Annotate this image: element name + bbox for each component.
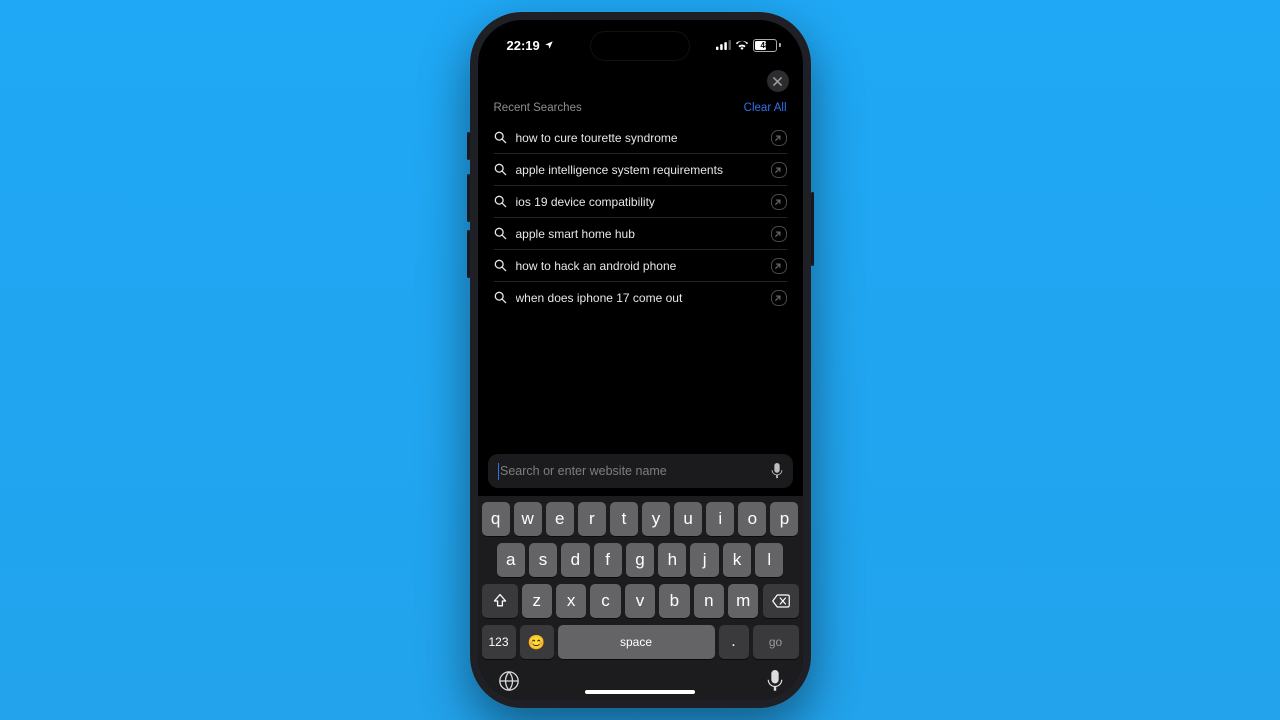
recent-search-item[interactable]: how to hack an android phone [494, 249, 787, 281]
clear-all-button[interactable]: Clear All [744, 102, 787, 114]
mic-icon[interactable] [771, 463, 783, 479]
recent-search-text: apple intelligence system requirements [516, 163, 771, 177]
key-v[interactable]: v [625, 584, 655, 618]
space-key[interactable]: space [558, 625, 715, 659]
key-n[interactable]: n [694, 584, 724, 618]
shift-icon [492, 593, 508, 609]
phone-frame: 22:19 48 Recent Searches [470, 12, 811, 708]
recent-searches-header: Recent Searches Clear All [478, 98, 803, 122]
backspace-icon [772, 594, 790, 608]
fill-arrow-button[interactable] [771, 226, 787, 242]
search-icon [494, 227, 507, 240]
recent-search-item[interactable]: ios 19 device compatibility [494, 185, 787, 217]
battery-icon: 48 [753, 39, 777, 52]
recent-searches-title: Recent Searches [494, 102, 582, 114]
backspace-key[interactable] [763, 584, 799, 618]
recent-search-text: when does iphone 17 come out [516, 291, 771, 305]
key-f[interactable]: f [594, 543, 622, 577]
recent-search-text: how to cure tourette syndrome [516, 131, 771, 145]
search-icon [494, 291, 507, 304]
key-a[interactable]: a [497, 543, 525, 577]
recent-searches-list: how to cure tourette syndrome apple intel… [478, 122, 803, 313]
key-d[interactable]: d [561, 543, 589, 577]
recent-search-text: how to hack an android phone [516, 259, 771, 273]
key-o[interactable]: o [738, 502, 766, 536]
go-key[interactable]: go [753, 625, 799, 659]
key-u[interactable]: u [674, 502, 702, 536]
key-k[interactable]: k [723, 543, 751, 577]
signal-icon [716, 40, 731, 50]
globe-icon[interactable] [498, 670, 520, 692]
recent-search-text: apple smart home hub [516, 227, 771, 241]
recent-search-item[interactable]: apple intelligence system requirements [494, 153, 787, 185]
key-p[interactable]: p [770, 502, 798, 536]
key-i[interactable]: i [706, 502, 734, 536]
key-r[interactable]: r [578, 502, 606, 536]
key-z[interactable]: z [522, 584, 552, 618]
key-t[interactable]: t [610, 502, 638, 536]
keyboard: qwertyuiop asdfghjkl zxcvbnm 123 😊 space… [478, 496, 803, 700]
search-icon [494, 131, 507, 144]
key-c[interactable]: c [590, 584, 620, 618]
side-button [467, 132, 470, 160]
key-b[interactable]: b [659, 584, 689, 618]
key-m[interactable]: m [728, 584, 758, 618]
close-icon [773, 77, 782, 86]
dictation-icon[interactable] [767, 670, 783, 692]
recent-search-text: ios 19 device compatibility [516, 195, 771, 209]
key-l[interactable]: l [755, 543, 783, 577]
wifi-icon [735, 40, 749, 50]
key-y[interactable]: y [642, 502, 670, 536]
emoji-key[interactable]: 😊 [520, 625, 554, 659]
shift-key[interactable] [482, 584, 518, 618]
volume-down-button [467, 230, 470, 278]
key-e[interactable]: e [546, 502, 574, 536]
recent-search-item[interactable]: apple smart home hub [494, 217, 787, 249]
recent-search-item[interactable]: when does iphone 17 come out [494, 281, 787, 313]
location-icon [544, 40, 554, 50]
key-q[interactable]: q [482, 502, 510, 536]
home-indicator[interactable] [585, 690, 695, 694]
search-placeholder: Search or enter website name [500, 464, 771, 478]
text-cursor [498, 463, 500, 480]
key-g[interactable]: g [626, 543, 654, 577]
status-time: 22:19 [507, 38, 540, 53]
key-j[interactable]: j [690, 543, 718, 577]
dynamic-island [591, 32, 689, 60]
fill-arrow-button[interactable] [771, 162, 787, 178]
fill-arrow-button[interactable] [771, 290, 787, 306]
recent-search-item[interactable]: how to cure tourette syndrome [494, 122, 787, 153]
key-h[interactable]: h [658, 543, 686, 577]
key-w[interactable]: w [514, 502, 542, 536]
volume-up-button [467, 174, 470, 222]
key-s[interactable]: s [529, 543, 557, 577]
search-icon [494, 195, 507, 208]
search-icon [494, 163, 507, 176]
power-button [811, 192, 814, 266]
search-bar[interactable]: Search or enter website name [488, 454, 793, 488]
fill-arrow-button[interactable] [771, 130, 787, 146]
key-x[interactable]: x [556, 584, 586, 618]
fill-arrow-button[interactable] [771, 258, 787, 274]
search-icon [494, 259, 507, 272]
battery-percent: 48 [761, 41, 770, 50]
fill-arrow-button[interactable] [771, 194, 787, 210]
close-button[interactable] [767, 70, 789, 92]
period-key[interactable]: . [719, 625, 749, 659]
screen: 22:19 48 Recent Searches [478, 20, 803, 700]
numbers-key[interactable]: 123 [482, 625, 516, 659]
